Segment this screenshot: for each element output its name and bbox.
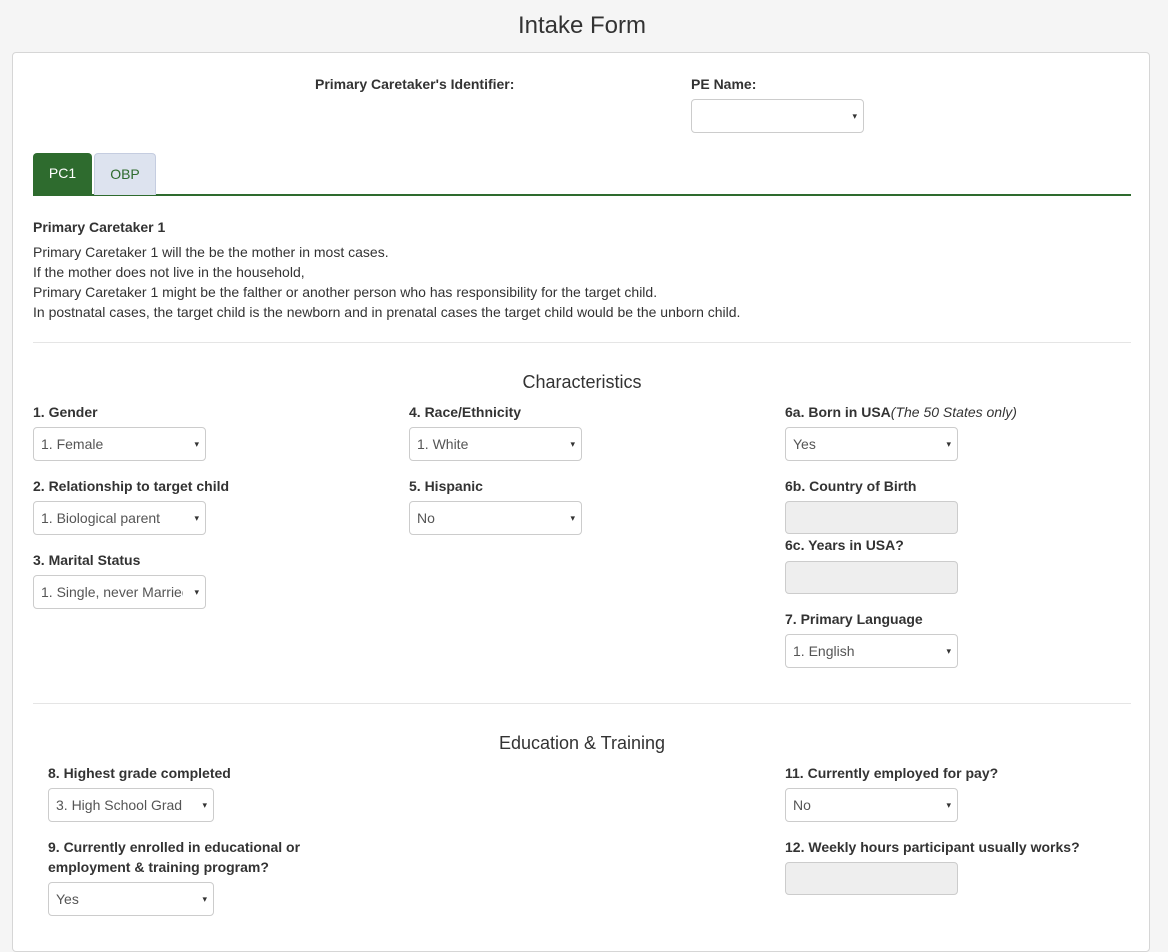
divider (33, 342, 1131, 343)
born-in-usa-note: (The 50 States only) (890, 404, 1017, 420)
born-in-usa-label: 6a. Born in USA(The 50 States only) (785, 404, 1017, 420)
characteristics-heading: Characteristics (522, 372, 642, 392)
chevron-down-icon: ▾ (194, 513, 199, 523)
employed-select[interactable]: No ▾ (785, 788, 958, 822)
relationship-select[interactable]: 1. Biological parent ▾ (33, 501, 206, 535)
enrolled-label-line1: 9. Currently enrolled in educational or (48, 839, 301, 855)
employed-label: 11. Currently employed for pay? (785, 765, 999, 781)
weekly-hours-input[interactable] (785, 862, 958, 895)
pe-name-select[interactable]: ▾ (691, 99, 864, 133)
chevron-down-icon: ▾ (946, 439, 951, 449)
marital-status-select[interactable]: 1. Single, never Married ▾ (33, 575, 206, 609)
race-ethnicity-value: 1. White (417, 436, 469, 452)
employed-value: No (793, 797, 811, 813)
relationship-label: 2. Relationship to target child (33, 478, 230, 494)
caretaker-identifier-label: Primary Caretaker's Identifier: (315, 76, 515, 92)
chevron-down-icon: ▾ (570, 439, 575, 449)
enrolled-select[interactable]: Yes ▾ (48, 882, 214, 916)
weekly-hours-label: 12. Weekly hours participant usually wor… (785, 839, 1080, 855)
highest-grade-value: 3. High School Grad (56, 797, 183, 813)
enrolled-value: Yes (56, 891, 79, 907)
country-of-birth-input[interactable] (785, 501, 958, 534)
pe-name-label: PE Name: (691, 76, 757, 92)
relationship-value: 1. Biological parent (41, 510, 161, 526)
hispanic-label: 5. Hispanic (409, 478, 483, 494)
highest-grade-select[interactable]: 3. High School Grad ▾ (48, 788, 214, 822)
divider (33, 703, 1131, 704)
tab-obp[interactable]: OBP (94, 153, 156, 195)
marital-status-value: 1. Single, never Married (41, 584, 183, 600)
born-in-usa-select[interactable]: Yes ▾ (785, 427, 958, 461)
intro-line: Primary Caretaker 1 might be the falther… (33, 284, 658, 300)
chevron-down-icon: ▾ (570, 513, 575, 523)
highest-grade-label: 8. Highest grade completed (48, 765, 231, 781)
years-in-usa-label: 6c. Years in USA? (785, 537, 904, 553)
chevron-down-icon: ▾ (202, 800, 207, 810)
chevron-down-icon: ▾ (202, 894, 207, 904)
education-heading: Education & Training (498, 733, 666, 753)
intro-line: If the mother does not live in the house… (33, 264, 305, 280)
hispanic-select[interactable]: No ▾ (409, 501, 582, 535)
chevron-down-icon: ▾ (946, 646, 951, 656)
hispanic-value: No (417, 510, 435, 526)
race-ethnicity-select[interactable]: 1. White ▾ (409, 427, 582, 461)
intro-title: Primary Caretaker 1 (33, 219, 166, 235)
chevron-down-icon: ▾ (852, 111, 857, 121)
form-panel: Primary Caretaker's Identifier: PE Name:… (12, 52, 1150, 952)
page-title: Intake Form (517, 12, 647, 39)
gender-value: 1. Female (41, 436, 104, 452)
chevron-down-icon: ▾ (194, 587, 199, 597)
intro-line: Primary Caretaker 1 will the be the moth… (33, 244, 389, 260)
born-in-usa-value: Yes (793, 436, 816, 452)
primary-language-select[interactable]: 1. English ▾ (785, 634, 958, 668)
gender-label: 1. Gender (33, 404, 98, 420)
intro-line: In postnatal cases, the target child is … (33, 304, 741, 320)
years-in-usa-input[interactable] (785, 561, 958, 594)
enrolled-label-line2: employment & training program? (48, 859, 269, 875)
marital-status-label: 3. Marital Status (33, 552, 141, 568)
tab-bar: PC1 OBP (33, 153, 1131, 196)
country-of-birth-label: 6b. Country of Birth (785, 478, 917, 494)
tab-pc1[interactable]: PC1 (33, 153, 92, 195)
race-ethnicity-label: 4. Race/Ethnicity (409, 404, 522, 420)
born-in-usa-label-text: 6a. Born in USA (785, 404, 891, 420)
primary-language-label: 7. Primary Language (785, 611, 923, 627)
gender-select[interactable]: 1. Female ▾ (33, 427, 206, 461)
chevron-down-icon: ▾ (194, 439, 199, 449)
chevron-down-icon: ▾ (946, 800, 951, 810)
primary-language-value: 1. English (793, 643, 855, 659)
